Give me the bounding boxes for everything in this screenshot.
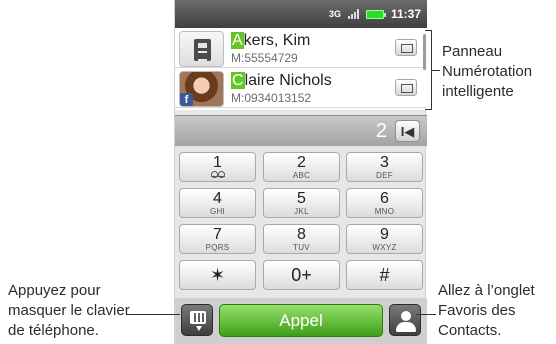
- network-3g-icon: 3G: [328, 9, 341, 19]
- contact-number: M:0934013152: [231, 91, 312, 105]
- key-star[interactable]: ✶: [179, 260, 256, 290]
- key-0[interactable]: 0+: [263, 260, 340, 290]
- callout-bracket: [425, 30, 432, 31]
- smart-dial-panel: Akers, Kim M:55554729 f Claire Nichols M…: [175, 28, 427, 110]
- key-1[interactable]: 1: [179, 152, 256, 182]
- sim-card-icon: [179, 31, 224, 67]
- key-5[interactable]: 5 JKL: [263, 188, 340, 218]
- facebook-icon: f: [180, 93, 193, 106]
- dial-keypad: 1 2 ABC 3 DEF 4 GHI 5 JKL 6 MNO 7 PQRS 8 TUV 9W…: [179, 152, 423, 296]
- keyboard-hide-icon: [190, 311, 206, 331]
- contact-name: Akers, Kim: [231, 32, 311, 49]
- contact-name: Claire Nichols: [231, 72, 332, 89]
- contact-details-icon[interactable]: [395, 79, 417, 96]
- phone-screen: 3G 11:37 Akers, Kim M:55554729 f Claire …: [174, 0, 427, 344]
- backspace-button[interactable]: I◀: [395, 120, 420, 142]
- signal-strength-icon: [347, 9, 359, 19]
- callout-hide-keypad: Appuyez pour masquer le clavier de télép…: [8, 282, 130, 339]
- key-4[interactable]: 4 GHI: [179, 188, 256, 218]
- key-hash[interactable]: #: [346, 260, 423, 290]
- contact-row[interactable]: Akers, Kim M:55554729: [175, 28, 427, 68]
- callout-bracket: [425, 109, 432, 110]
- battery-icon: [365, 9, 386, 19]
- dialed-digits: 2: [375, 120, 387, 142]
- callout-favorites: Allez à l’onglet Favoris des Contacts.: [438, 282, 535, 339]
- callout-line: [431, 70, 440, 71]
- dial-input-bar: 2 I◀: [175, 115, 427, 146]
- call-button[interactable]: Appel: [219, 304, 383, 337]
- contacts-favorites-button[interactable]: [389, 304, 421, 336]
- key-2[interactable]: 2 ABC: [263, 152, 340, 182]
- key-3[interactable]: 3 DEF: [346, 152, 423, 182]
- hide-keypad-button[interactable]: [181, 304, 213, 336]
- scrollbar[interactable]: [423, 34, 426, 70]
- contact-row[interactable]: f Claire Nichols M:0934013152: [175, 68, 427, 108]
- key-6[interactable]: 6 MNO: [346, 188, 423, 218]
- contact-details-icon[interactable]: [395, 39, 417, 56]
- callout-smart-dial: Panneau Numérotation intelligente: [442, 43, 533, 100]
- voicemail-icon: [210, 171, 225, 178]
- contact-number: M:55554729: [231, 51, 298, 65]
- callout-line: [416, 314, 436, 315]
- status-time: 11:37: [390, 7, 421, 21]
- bottom-bar: Appel: [175, 298, 427, 344]
- status-bar: 3G 11:37: [175, 0, 427, 28]
- callout-line: [126, 314, 180, 315]
- key-7[interactable]: 7 PQRS: [179, 224, 256, 254]
- key-8[interactable]: 8 TUV: [263, 224, 340, 254]
- contact-photo: f: [179, 71, 224, 107]
- key-9[interactable]: 9 WXYZ: [346, 224, 423, 254]
